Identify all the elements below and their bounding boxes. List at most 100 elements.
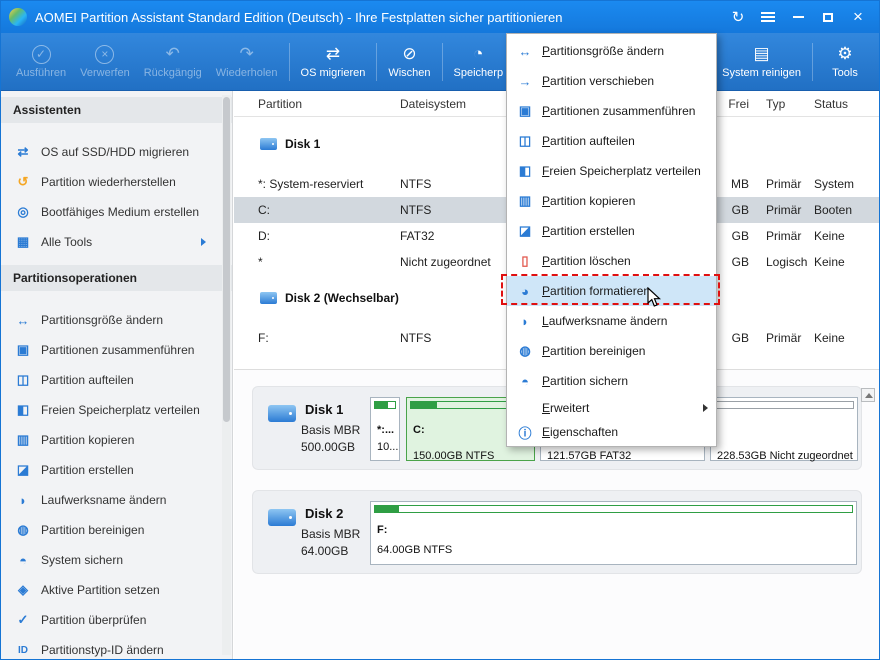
sidebar-item-copy-partition[interactable]: ▥ Partition kopieren	[1, 425, 232, 455]
undo-button[interactable]: ↶ Rückgängig	[137, 41, 209, 82]
allocate-free-space-icon: ◧	[16, 402, 30, 417]
menu-item-wipe-partition[interactable]: ◍ Partition bereinigen	[507, 336, 716, 366]
toolbar-separator	[288, 42, 290, 81]
analyze-space-button[interactable]: ◔ Speicherp	[447, 41, 511, 82]
menu-item-label: Partition erstellen	[542, 224, 635, 238]
menu-item-delete-partition[interactable]: ▯ Partition löschen	[507, 246, 716, 276]
migrate-os-button[interactable]: ⇄ OS migrieren	[294, 41, 373, 82]
menu-item-advanced[interactable]: Erweitert	[507, 396, 716, 420]
disk-name: Disk 2	[305, 506, 344, 521]
col-type[interactable]: Typ	[766, 97, 814, 111]
menu-item-split-partition[interactable]: ◫ Partition aufteilen	[507, 126, 716, 156]
sidebar-item-label: Laufwerksname ändern	[41, 493, 167, 507]
info-icon: ⓘ	[518, 425, 532, 441]
menu-item-label: Partition kopieren	[542, 194, 636, 208]
disk-icon	[260, 292, 277, 304]
sidebar-scrollbar[interactable]	[222, 95, 231, 655]
window-controls: ↻ ×	[723, 2, 873, 32]
menu-item-label: Laufwerksname ändern	[542, 314, 668, 328]
minimize-icon	[792, 16, 804, 18]
sidebar-item-restore-partition[interactable]: ↺ Partition wiederherstellen	[1, 167, 232, 197]
menu-item-merge-partitions[interactable]: ▣ Partitionen zusammenführen	[507, 96, 716, 126]
sidebar-item-label: Partitionen zusammenführen	[41, 343, 195, 357]
menu-item-label: Partition verschieben	[542, 74, 655, 88]
undo-icon: ↶	[165, 44, 180, 63]
wipe-label: Wischen	[388, 67, 431, 79]
close-button[interactable]: ×	[843, 2, 873, 32]
sidebar-item-change-label[interactable]: ◗ Laufwerksname ändern	[1, 485, 232, 515]
sidebar-item-set-active[interactable]: ◈ Aktive Partition setzen	[1, 575, 232, 605]
undo-label: Rückgängig	[143, 67, 202, 79]
sidebar-item-check-partition[interactable]: ✓ Partition überprüfen	[1, 605, 232, 635]
menu-item-backup-partition[interactable]: ◓ Partition sichern	[507, 366, 716, 396]
apply-button[interactable]: ✓ Ausführen	[9, 42, 73, 82]
sidebar-item-system-backup[interactable]: ◓ System sichern	[1, 545, 232, 575]
sidebar-item-label: Alle Tools	[41, 235, 93, 249]
sidebar-item-bootable-media[interactable]: ◎ Bootfähiges Medium erstellen	[1, 197, 232, 227]
move-icon: →	[518, 73, 532, 89]
discard-x-icon: ×	[95, 44, 115, 64]
menu-item-properties[interactable]: ⓘ Eigenschaften	[507, 420, 716, 444]
usage-fill	[411, 402, 438, 408]
system-clean-label: System reinigen	[722, 67, 801, 79]
disk-bus-type: Basis MBR	[301, 527, 361, 541]
partition-block-unallocated[interactable]: 228.53GB Nicht zugeordnet	[710, 397, 858, 462]
copy-partition-icon: ▥	[16, 432, 30, 447]
toolbar-separator	[376, 42, 378, 81]
sidebar-item-all-tools[interactable]: ▦ Alle Tools	[1, 227, 232, 257]
discard-button[interactable]: × Verwerfen	[73, 42, 137, 82]
partition-block-f[interactable]: F: 64.00GB NTFS	[370, 501, 857, 565]
main-menu-button[interactable]	[753, 2, 783, 32]
scrollbar-thumb[interactable]	[223, 97, 230, 422]
type-cell: Primär	[766, 177, 802, 191]
app-logo-icon	[9, 8, 27, 26]
sidebar-item-merge-partitions[interactable]: ▣ Partitionen zusammenführen	[1, 335, 232, 365]
bootable-media-icon: ◎	[17, 204, 29, 219]
partition-block-system-reserved[interactable]: *:... 10...	[370, 397, 400, 461]
menu-item-label: Partition bereinigen	[542, 344, 646, 358]
menu-item-label: Freien Speicherplatz verteilen	[542, 164, 701, 178]
redo-button[interactable]: ↷ Wiederholen	[209, 41, 285, 82]
block-size: 228.53GB Nicht zugeordnet	[717, 450, 853, 462]
trash-icon: ▯	[521, 253, 529, 268]
chevron-right-icon	[201, 238, 206, 246]
sidebar-item-change-type-id[interactable]: ID Partitionstyp-ID ändern	[1, 635, 232, 659]
system-clean-button[interactable]: ▤ System reinigen	[715, 41, 808, 82]
sidebar-item-migrate-os[interactable]: ⇄ OS auf SSD/HDD migrieren	[1, 137, 232, 167]
menu-item-create-partition[interactable]: ◪ Partition erstellen	[507, 216, 716, 246]
merge-partitions-icon: ▣	[16, 342, 30, 357]
menu-item-allocate-free-space[interactable]: ◧ Freien Speicherplatz verteilen	[507, 156, 716, 186]
status-cell: Keine	[814, 229, 845, 243]
disk-icon	[260, 138, 277, 150]
maximize-button[interactable]	[813, 2, 843, 32]
menu-item-resize-partition[interactable]: ↔ Partitionsgröße ändern	[507, 36, 716, 66]
minimize-button[interactable]	[783, 2, 813, 32]
sidebar-item-label: Partitionsgröße ändern	[41, 313, 164, 327]
usage-fill	[375, 402, 388, 408]
col-partition[interactable]: Partition	[234, 97, 400, 111]
disk-name: Disk 1	[305, 402, 344, 417]
discard-label: Verwerfen	[80, 66, 130, 79]
partition-cell: C:	[258, 203, 270, 217]
wipe-button[interactable]: ⊘ Wischen	[381, 41, 437, 82]
toolbar: ✓ Ausführen × Verwerfen ↶ Rückgängig ↷ W…	[1, 33, 879, 91]
refresh-button[interactable]: ↻	[723, 2, 753, 32]
sidebar-item-split-partition[interactable]: ◫ Partition aufteilen	[1, 365, 232, 395]
scroll-up-button[interactable]	[861, 388, 875, 402]
sidebar-item-allocate-free-space[interactable]: ◧ Freien Speicherplatz verteilen	[1, 395, 232, 425]
tools-button[interactable]: ⚙ Tools	[817, 41, 873, 82]
copy-icon: ▥	[518, 193, 532, 208]
menu-item-move-partition[interactable]: → Partition verschieben	[507, 66, 716, 96]
status-cell: Booten	[814, 203, 853, 217]
menu-item-label: Partitionen zusammenführen	[542, 104, 696, 118]
sidebar-item-label: Partition bereinigen	[41, 523, 145, 537]
disk-drive-icon	[268, 509, 296, 526]
menu-item-change-label[interactable]: ◗ Laufwerksname ändern	[507, 306, 716, 336]
col-status[interactable]: Status	[814, 97, 879, 111]
sidebar-item-create-partition[interactable]: ◪ Partition erstellen	[1, 455, 232, 485]
menu-item-copy-partition[interactable]: ▥ Partition kopieren	[507, 186, 716, 216]
allocate-free-space-icon: ◧	[518, 163, 532, 178]
sidebar-item-resize-partition[interactable]: ↔ Partitionsgröße ändern	[1, 305, 232, 335]
usage-bar	[374, 505, 853, 513]
sidebar-item-wipe-partition[interactable]: ◍ Partition bereinigen	[1, 515, 232, 545]
